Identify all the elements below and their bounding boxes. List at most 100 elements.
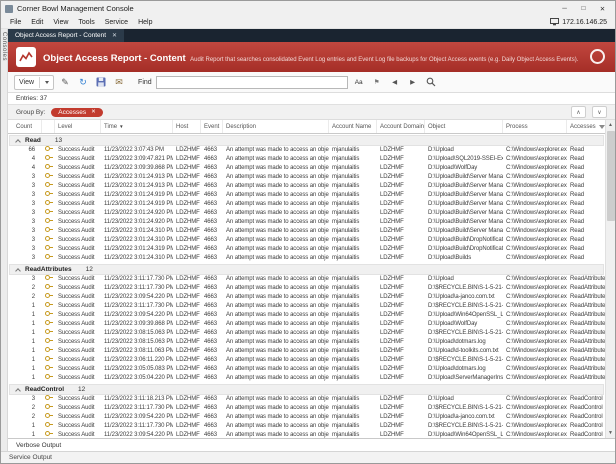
column-header-description[interactable]: Description	[223, 120, 329, 133]
find-label: Find	[138, 79, 152, 86]
table-row[interactable]: 3Success Audit11/23/2022 3:11:18.213 PML…	[8, 395, 605, 404]
audit-key-icon	[45, 311, 53, 316]
menu-help[interactable]: Help	[133, 19, 157, 26]
table-row[interactable]: 1Success Audit11/23/2022 3:11:17.730 PML…	[8, 422, 605, 431]
collapse-all-button[interactable]: ∧	[571, 106, 586, 118]
collapse-chevron-icon[interactable]	[15, 139, 21, 145]
table-row[interactable]: 2Success Audit11/23/2022 3:09:54.220 PML…	[8, 293, 605, 302]
menu-view[interactable]: View	[48, 19, 73, 26]
column-header-time[interactable]: Time▼	[101, 120, 173, 133]
audit-key-icon	[45, 245, 53, 250]
edit-pencil-icon[interactable]: ✎	[58, 75, 72, 89]
audit-key-icon	[45, 284, 53, 289]
table-row[interactable]: 3Success Audit11/23/2022 3:01:24.310 PML…	[8, 254, 605, 263]
table-row[interactable]: 2Success Audit11/23/2022 3:11:17.730 PML…	[8, 284, 605, 293]
search-icon[interactable]	[424, 75, 438, 89]
progress-ring-icon	[590, 49, 605, 64]
column-header-object[interactable]: Object	[425, 120, 503, 133]
audit-key-icon	[45, 227, 53, 232]
column-header-process[interactable]: Process	[503, 120, 567, 133]
table-row[interactable]: 4Success Audit11/23/2022 3:09:47.821 PML…	[8, 155, 605, 164]
filter-funnel-icon	[599, 125, 605, 129]
table-row[interactable]: 1Success Audit11/23/2022 3:09:54.220 PML…	[8, 431, 605, 438]
banner-title: Object Access Report - Content	[43, 53, 186, 64]
column-header-event[interactable]: Event	[201, 120, 223, 133]
menu-tools[interactable]: Tools	[73, 19, 99, 26]
group-header-read[interactable]: Read13	[9, 135, 604, 146]
table-row[interactable]: 1Success Audit11/23/2022 3:08:15.063 PML…	[8, 338, 605, 347]
highlight-flag-button[interactable]: ⚑	[370, 75, 384, 89]
table-row[interactable]: 2Success Audit11/23/2022 3:11:17.730 PML…	[8, 404, 605, 413]
scroll-down-button[interactable]: ▼	[606, 428, 616, 438]
table-row[interactable]: 1Success Audit11/23/2022 3:05:04.220 PML…	[8, 374, 605, 383]
group-header-readcontrol[interactable]: ReadControl12	[9, 384, 604, 395]
audit-key-icon	[45, 293, 53, 298]
email-icon[interactable]: ✉	[112, 75, 126, 89]
table-row[interactable]: 3Success Audit11/23/2022 3:01:24.913 PML…	[8, 182, 605, 191]
column-header-host[interactable]: Host	[173, 120, 201, 133]
column-header-count[interactable]: Count	[8, 120, 42, 133]
group-count: 13	[55, 137, 62, 144]
table-row[interactable]: 3Success Audit11/23/2022 3:01:24.913 PML…	[8, 173, 605, 182]
table-row[interactable]: 3Success Audit11/23/2022 3:01:24.920 PML…	[8, 209, 605, 218]
table-row[interactable]: 3Success Audit11/23/2022 3:01:24.310 PML…	[8, 227, 605, 236]
window-title: Corner Bowl Management Console	[17, 4, 134, 13]
table-row[interactable]: 1Success Audit11/23/2022 3:11:17.730 PML…	[8, 302, 605, 311]
collapse-chevron-icon[interactable]	[15, 388, 21, 394]
collapse-chevron-icon[interactable]	[15, 268, 21, 274]
table-row[interactable]: 3Success Audit11/23/2022 3:01:24.319 PML…	[8, 245, 605, 254]
column-header-level[interactable]: Level	[55, 120, 101, 133]
menu-edit[interactable]: Edit	[26, 19, 48, 26]
audit-key-icon	[45, 365, 53, 370]
table-row[interactable]: 2Success Audit11/23/2022 3:09:54.220 PML…	[8, 413, 605, 422]
group-chip-accesses[interactable]: Accesses ✕	[51, 108, 102, 117]
table-row[interactable]: 1Success Audit11/23/2022 3:09:54.220 PML…	[8, 311, 605, 320]
scroll-thumb[interactable]	[607, 131, 615, 221]
table-row[interactable]: 66Success Audit11/23/2022 3:07:43 PMLDZH…	[8, 146, 605, 155]
find-previous-button[interactable]: ◀	[388, 75, 402, 89]
expand-all-button[interactable]: ∨	[592, 106, 607, 118]
table-row[interactable]: 1Success Audit11/23/2022 3:08:11.063 PML…	[8, 347, 605, 356]
table-row[interactable]: 4Success Audit11/23/2022 3:09:39.868 PML…	[8, 164, 605, 173]
menu-service[interactable]: Service	[100, 19, 133, 26]
verbose-output-panel[interactable]: Verbose Output	[8, 438, 615, 451]
audit-key-icon	[45, 236, 53, 241]
table-row[interactable]: 3Success Audit11/23/2022 3:01:24.919 PML…	[8, 200, 605, 209]
group-header-readattributes[interactable]: ReadAttributes12	[9, 264, 604, 275]
table-row[interactable]: 1Success Audit11/23/2022 3:09:39.868 PML…	[8, 320, 605, 329]
audit-key-icon	[45, 395, 53, 400]
table-row[interactable]: 3Success Audit11/23/2022 3:11:17.730 PML…	[8, 275, 605, 284]
match-case-button[interactable]: Aa	[352, 75, 366, 89]
close-button[interactable]: ✕	[594, 3, 611, 15]
consoles-strip[interactable]: Consoles	[1, 29, 8, 451]
table-row[interactable]: 3Success Audit11/23/2022 3:01:24.310 PML…	[8, 236, 605, 245]
find-input[interactable]	[156, 76, 348, 89]
banner-subtitle: Audit Report that searches consolidated …	[190, 57, 578, 63]
maximize-button[interactable]: □	[575, 3, 592, 15]
table-row[interactable]: 1Success Audit11/23/2022 3:08:15.063 PML…	[8, 329, 605, 338]
tab-close-icon[interactable]: ✕	[112, 32, 117, 39]
refresh-icon[interactable]: ↻	[76, 75, 90, 89]
table-row[interactable]: 3Success Audit11/23/2022 3:01:24.919 PML…	[8, 191, 605, 200]
column-header-icon[interactable]	[42, 120, 55, 133]
scroll-up-button[interactable]: ▲	[606, 120, 616, 130]
column-header-account-name[interactable]: Account Name	[329, 120, 377, 133]
find-next-button[interactable]: ▶	[406, 75, 420, 89]
vertical-scrollbar[interactable]: ▲ ▼	[605, 120, 615, 438]
view-dropdown-button[interactable]: View	[14, 75, 54, 90]
table-row[interactable]: 3Success Audit11/23/2022 3:01:24.920 PML…	[8, 218, 605, 227]
audit-key-icon	[45, 209, 53, 214]
server-ip: 172.16.146.25	[562, 19, 607, 26]
chip-close-icon[interactable]: ✕	[91, 109, 96, 115]
save-icon[interactable]	[94, 75, 108, 89]
table-row[interactable]: 1Success Audit11/23/2022 3:05:05.083 PML…	[8, 365, 605, 374]
group-name: ReadAttributes	[25, 266, 72, 273]
column-header-accesses[interactable]: Accesses	[567, 120, 607, 133]
minimize-button[interactable]: ─	[556, 3, 573, 15]
table-row[interactable]: 1Success Audit11/23/2022 3:06:11.220 PML…	[8, 356, 605, 365]
tab-object-access-report[interactable]: Object Access Report - Content ✕	[8, 29, 124, 42]
column-header-account-domain[interactable]: Account Domain	[377, 120, 425, 133]
app-window: Corner Bowl Management Console ─ □ ✕ Fil…	[0, 0, 616, 464]
menu-file[interactable]: File	[5, 19, 26, 26]
tab-label: Object Access Report - Content	[15, 32, 106, 39]
